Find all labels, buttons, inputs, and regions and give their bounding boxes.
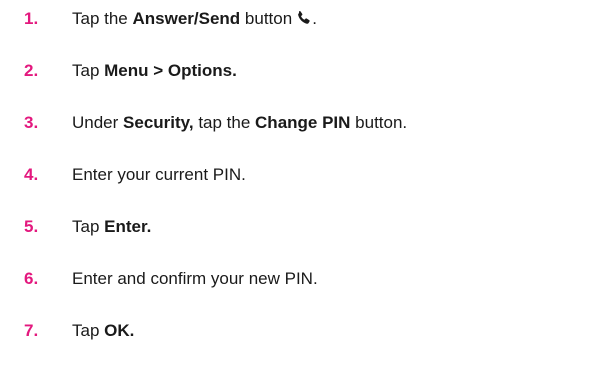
step-item: 6. Enter and confirm your new PIN. xyxy=(0,266,598,292)
step-text-bold: Security, xyxy=(123,113,194,132)
step-text: Tap Enter. xyxy=(72,217,151,237)
step-number: 5. xyxy=(24,217,39,236)
step-text-bold: Enter. xyxy=(104,217,152,236)
step-text: Tap OK. xyxy=(72,321,134,341)
step-text: Tap the Answer/Send button. xyxy=(72,9,317,29)
step-text-bold: OK. xyxy=(104,321,135,340)
step-text-part: Under xyxy=(72,113,124,132)
step-item: 5. Tap Enter. xyxy=(0,214,598,240)
step-number: 2. xyxy=(24,61,39,80)
step-text-part: Enter your current PIN. xyxy=(72,165,246,184)
step-text-part: button xyxy=(240,9,293,28)
step-item: 3. Under Security, tap the Change PIN but… xyxy=(0,110,598,136)
step-text: Tap Menu > Options. xyxy=(72,61,237,81)
step-text-bold: Change PIN xyxy=(255,113,351,132)
step-text-part: Tap xyxy=(72,321,105,340)
step-item: 7. Tap OK. xyxy=(0,318,598,344)
step-text-part: Tap xyxy=(72,61,105,80)
step-text: Enter your current PIN. xyxy=(72,165,246,185)
step-number: 7. xyxy=(24,321,39,340)
step-text: Enter and confirm your new PIN. xyxy=(72,269,318,289)
step-number: 1. xyxy=(24,9,39,28)
step-text-bold: Menu > Options. xyxy=(104,61,237,80)
step-number: 3. xyxy=(24,113,39,132)
step-text-part: button. xyxy=(350,113,408,132)
step-number: 4. xyxy=(24,165,39,184)
phone-icon xyxy=(296,10,312,26)
instruction-steps: 1. Tap the Answer/Send button. 2. Tap Menu … xyxy=(0,0,598,372)
step-text-part: tap the xyxy=(193,113,256,132)
step-item: 4. Enter your current PIN. xyxy=(0,162,598,188)
step-text-bold: Answer/Send xyxy=(132,9,241,28)
step-text-part: . xyxy=(312,9,317,28)
step-text-part: Enter and confirm your new PIN. xyxy=(72,269,318,288)
step-number: 6. xyxy=(24,269,39,288)
step-text-part: Tap xyxy=(72,217,105,236)
step-text-part: Tap the xyxy=(72,9,133,28)
step-item: 1. Tap the Answer/Send button. xyxy=(0,6,598,32)
step-item: 2. Tap Menu > Options. xyxy=(0,58,598,84)
step-text: Under Security, tap the Change PIN butto… xyxy=(72,113,407,133)
